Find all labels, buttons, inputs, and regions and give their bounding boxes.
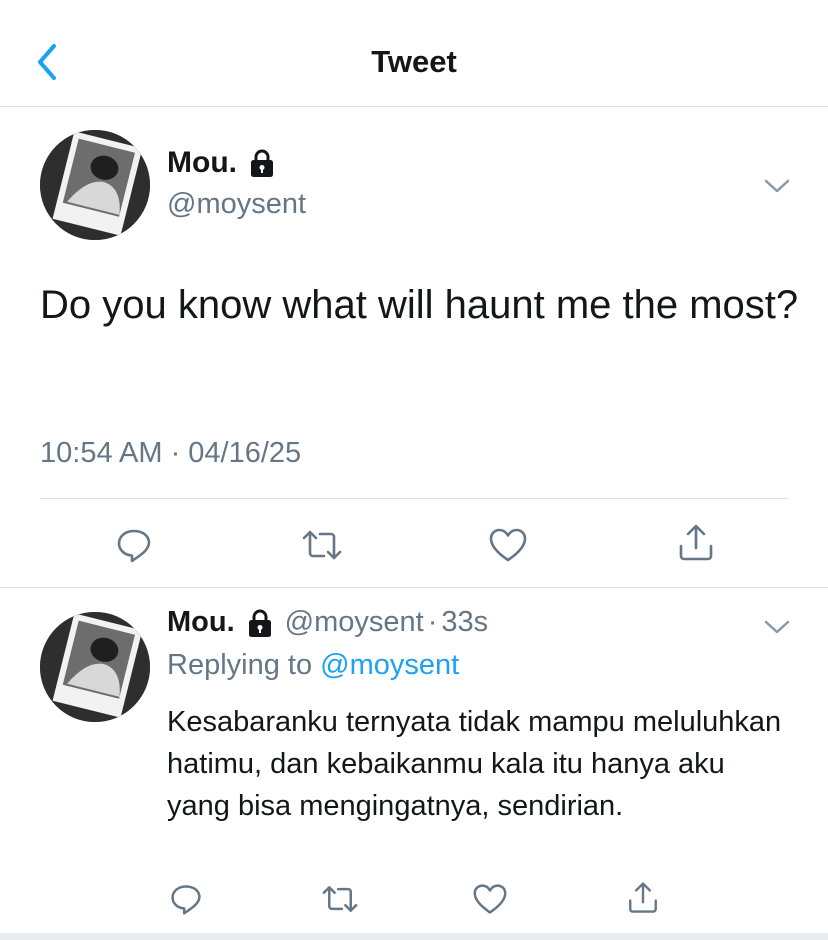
heart-icon — [473, 884, 507, 914]
like-button[interactable] — [472, 882, 508, 916]
heart-icon — [489, 528, 527, 562]
divider — [0, 587, 828, 588]
reply-icon — [171, 885, 201, 915]
reply-button[interactable] — [115, 526, 153, 564]
replying-to-label: Replying to — [167, 649, 313, 681]
retweet-button[interactable] — [320, 882, 360, 916]
tweet-menu-button[interactable] — [762, 617, 792, 637]
tweet-timestamp: 10:54 AM · 04/16/25 — [40, 437, 302, 469]
reply-icon — [117, 529, 151, 563]
share-button[interactable] — [676, 522, 716, 564]
tweet-menu-button[interactable] — [762, 176, 792, 196]
like-button[interactable] — [488, 526, 528, 564]
reply-text: Kesabaranku ternyata tidak mampu meluluh… — [167, 706, 782, 822]
lock-icon — [248, 609, 271, 637]
replying-to: Replying to @moysent — [167, 649, 459, 682]
reply-timestamp: 33s — [441, 606, 489, 638]
share-icon — [629, 882, 657, 913]
lock-icon — [250, 149, 273, 177]
retweet-button[interactable] — [300, 526, 344, 564]
separator-dot: · — [427, 606, 438, 638]
reply-header: Mou. @moysent · 33s — [167, 606, 488, 639]
page-title: Tweet — [371, 44, 457, 79]
share-icon — [679, 524, 713, 561]
author-handle[interactable]: @moysent — [285, 606, 424, 639]
retweet-icon — [302, 530, 342, 560]
tweet-text: Do you know what will haunt me the most? — [40, 283, 799, 327]
reply-button[interactable] — [169, 882, 203, 916]
chevron-down-icon — [764, 620, 790, 634]
author-name[interactable]: Mou. — [167, 146, 277, 180]
author-name-text: Mou. — [167, 146, 237, 179]
divider — [40, 498, 788, 499]
retweet-icon — [322, 886, 358, 912]
avatar[interactable] — [40, 130, 150, 240]
author-name-text[interactable]: Mou. — [167, 606, 235, 639]
avatar[interactable] — [40, 612, 150, 722]
share-button[interactable] — [626, 880, 660, 916]
bottom-separator — [0, 933, 828, 940]
nav-bar: Tweet — [0, 0, 828, 107]
chevron-down-icon — [764, 179, 790, 193]
author-handle[interactable]: @moysent — [167, 188, 306, 221]
replying-to-handle[interactable]: @moysent — [320, 649, 459, 681]
